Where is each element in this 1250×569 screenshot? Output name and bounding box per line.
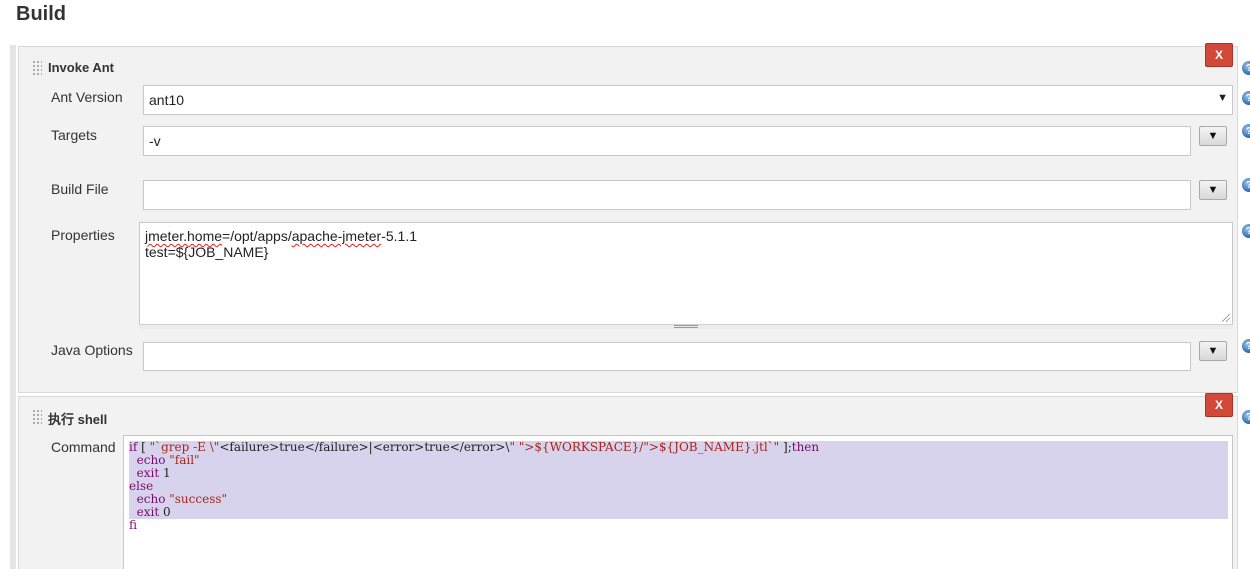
properties-textarea[interactable]: jmeter.home=/opt/apps/apache-jmeter-5.1.… (139, 222, 1233, 325)
targets-input[interactable] (143, 126, 1191, 156)
invoke-ant-step: Invoke Ant Ant Version ant10 ▼ Targets B… (18, 46, 1238, 393)
command-line: echo "fail" (136, 453, 200, 467)
help-icon[interactable]: ? (1242, 339, 1250, 353)
chevron-down-icon: ▼ (1207, 183, 1219, 196)
step-title: Invoke Ant (48, 60, 114, 75)
java-options-label: Java Options (51, 342, 133, 358)
properties-line: jmeter.home=/opt/apps/apache-jmeter-5.1.… (145, 228, 418, 244)
delete-ant-step-button[interactable]: X (1205, 43, 1233, 67)
help-icon[interactable]: ? (1242, 178, 1250, 192)
properties-label: Properties (51, 227, 115, 243)
ant-version-select[interactable]: ant10 ▼ (143, 85, 1233, 115)
targets-expand-button[interactable]: ▼ (1199, 126, 1227, 146)
textarea-grippie[interactable] (139, 324, 1233, 329)
command-label: Command (51, 439, 116, 455)
help-icon[interactable]: ? (1242, 124, 1250, 138)
ant-version-value: ant10 (149, 92, 185, 108)
command-line: exit 1 (136, 466, 171, 480)
resize-handle-icon[interactable] (1222, 314, 1230, 322)
command-line: echo "success" (136, 492, 228, 506)
drag-handle[interactable] (32, 60, 42, 76)
delete-shell-step-button[interactable]: X (1205, 393, 1233, 417)
targets-label: Targets (51, 127, 97, 143)
help-icon[interactable]: ? (1242, 61, 1250, 75)
chevron-down-icon: ▼ (1207, 344, 1219, 357)
properties-line: test=${JOB_NAME} (145, 244, 269, 260)
build-file-input[interactable] (143, 180, 1191, 210)
command-line: else (129, 479, 154, 493)
outer-bar (10, 45, 16, 569)
help-icon[interactable]: ? (1242, 91, 1250, 105)
command-line: exit 0 (136, 505, 171, 519)
chevron-down-icon: ▼ (1207, 129, 1219, 142)
ant-version-label: Ant Version (51, 89, 123, 105)
step-title: 执行 shell (48, 412, 108, 427)
dropdown-arrow-icon: ▼ (1217, 92, 1228, 104)
drag-handle[interactable] (32, 409, 42, 425)
java-options-input[interactable] (143, 342, 1191, 371)
section-title: Build (16, 3, 66, 25)
command-code: if [ "`grep -E \"<failure>true</failure>… (129, 441, 819, 532)
help-icon[interactable]: ? (1242, 410, 1250, 424)
build-file-label: Build File (51, 181, 109, 197)
build-file-expand-button[interactable]: ▼ (1199, 180, 1227, 200)
help-icon[interactable]: ? (1242, 224, 1250, 238)
command-line: fi (129, 518, 138, 532)
java-options-expand-button[interactable]: ▼ (1199, 341, 1227, 361)
command-line: if [ "`grep -E \"<failure>true</failure>… (129, 440, 820, 454)
command-editor[interactable]: if [ "`grep -E \"<failure>true</failure>… (123, 435, 1233, 569)
